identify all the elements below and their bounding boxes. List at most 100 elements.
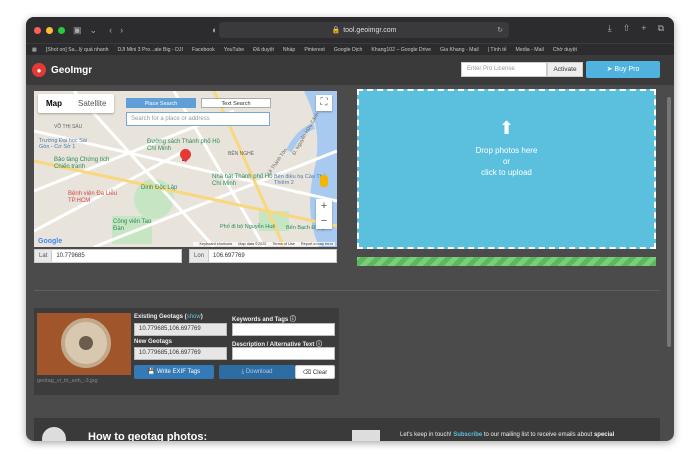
map-label: BẾN NGHÉ xyxy=(228,151,255,157)
keywords-label: Keywords and Tags ⓘ xyxy=(232,314,296,323)
newsletter-rest-text: to our mailing list to receive emails ab… xyxy=(483,432,593,438)
download-icon[interactable]: ⤓ xyxy=(608,23,612,34)
map-label: Phố đi bộ Nguyễn Huệ xyxy=(220,224,276,230)
lock-icon: 🔒 xyxy=(331,27,341,34)
map-type-satellite[interactable]: Satellite xyxy=(70,94,114,113)
lon-value[interactable]: 106.697769 xyxy=(209,250,245,262)
rose-window-image xyxy=(61,318,111,368)
map-label: Công viên Tao Đàn xyxy=(113,219,152,232)
address-bar[interactable]: 🔒 tool.geoimgr.com ↻ xyxy=(219,22,509,38)
photo-filename: geotag_vi_tri_anh_-3.jpg xyxy=(37,378,98,384)
bookmark-item[interactable]: Gia Khang - Mail xyxy=(440,47,479,53)
activate-button[interactable]: Activate xyxy=(547,62,583,77)
new-tab-icon[interactable]: + xyxy=(641,23,646,34)
street-view-pegman-icon[interactable] xyxy=(320,175,328,187)
tab-text-search[interactable]: Text Search xyxy=(201,98,271,108)
drop-text: Drop photos here xyxy=(475,146,538,155)
reload-icon[interactable]: ↻ xyxy=(497,26,503,34)
bookmark-item[interactable]: Nháp xyxy=(283,47,295,53)
user-icon xyxy=(42,427,66,441)
lat-field[interactable]: Lat 10.779685 xyxy=(34,249,182,263)
special-text: special xyxy=(593,432,615,438)
map-panel[interactable]: VÕ THỊ SÁU Trường Đại học Sài Gòn - Cơ S… xyxy=(34,91,337,247)
report-error-link[interactable]: Report a map error xyxy=(301,242,333,246)
bookmark-item[interactable]: Chờ duyệt xyxy=(553,47,577,53)
bookmark-item[interactable]: YouTube xyxy=(224,47,244,53)
buy-pro-button[interactable]: ➤ Buy Pro xyxy=(586,61,660,78)
tab-overview-icon[interactable]: ⧉ xyxy=(658,23,664,34)
download-button[interactable]: ⤓ Download xyxy=(219,365,295,379)
privacy-shield-icon[interactable]: ◐ xyxy=(212,25,217,35)
clear-button[interactable]: ⌫ Clear xyxy=(295,365,335,379)
minimize-window-button[interactable] xyxy=(46,26,53,34)
download-label: Download xyxy=(245,369,273,375)
keywords-field[interactable] xyxy=(232,323,335,336)
write-exif-label: Write EXIF Tags xyxy=(157,369,201,375)
bookmark-item[interactable]: Facebook xyxy=(192,47,215,53)
zoom-control: + − xyxy=(316,199,332,229)
description-field[interactable] xyxy=(232,347,335,360)
zoom-in-button[interactable]: + xyxy=(316,199,332,214)
bookmarks-grid-icon[interactable]: ▦ xyxy=(32,47,37,53)
write-exif-button[interactable]: 💾 Write EXIF Tags xyxy=(134,365,214,379)
lat-value[interactable]: 10.779685 xyxy=(52,250,84,262)
zoom-out-button[interactable]: − xyxy=(316,214,332,229)
upload-dropzone[interactable]: ⬆ Drop photos here or click to upload xyxy=(357,89,656,249)
license-input[interactable]: Enter Pro License xyxy=(461,62,547,77)
eraser-icon: ⌫ xyxy=(302,370,313,376)
clear-label: Clear xyxy=(312,370,328,376)
share-icon[interactable]: ⇧ xyxy=(623,23,631,34)
map-label: Bảo tàng Chứng tích Chiến tranh xyxy=(54,157,110,170)
scrollbar[interactable] xyxy=(667,97,671,347)
click-upload-text: click to upload xyxy=(481,168,532,177)
google-logo: Google xyxy=(38,238,63,245)
buy-pro-label: Buy Pro xyxy=(614,66,640,73)
bookmark-item[interactable]: Pinterest xyxy=(304,47,324,53)
envelope-icon xyxy=(352,430,380,441)
map-data-text: Map data ©2022 xyxy=(238,242,267,246)
lat-label: Lat xyxy=(35,250,53,262)
zoom-window-button[interactable] xyxy=(58,26,65,34)
chevron-down-icon[interactable]: ⌄ xyxy=(90,25,98,36)
save-icon: 💾 xyxy=(147,369,157,375)
upload-progress-bar xyxy=(357,257,656,266)
keep-in-touch-text: Let's keep in touch! xyxy=(400,432,452,438)
existing-geotags-field[interactable]: 10.779685,106.697769 xyxy=(134,323,227,336)
close-window-button[interactable] xyxy=(34,26,41,34)
show-link[interactable]: show xyxy=(187,314,201,320)
bookmark-item[interactable]: DJI Mini 3 Pro...ate Big - DJI xyxy=(118,47,183,53)
map-search-input[interactable]: Search for a place or address xyxy=(126,112,270,126)
keyboard-shortcuts-link[interactable]: Keyboard shortcuts xyxy=(200,242,233,246)
bookmark-item[interactable]: Google Dịch xyxy=(334,47,363,53)
lon-field[interactable]: Lon 106.697769 xyxy=(189,249,337,263)
howto-title: How to geotag photos: xyxy=(88,431,208,441)
geoimgr-logo-icon[interactable]: ● xyxy=(32,63,46,77)
existing-geotags-label: Existing Geotags (show) xyxy=(134,314,203,320)
bookmark-item[interactable]: Media - Mail xyxy=(516,47,544,53)
new-geotags-field[interactable]: 10.779685,106.697769 xyxy=(134,347,227,360)
browser-window: ▣ ⌄ ‹ › ◐ 🔒 tool.geoimgr.com ↻ ⤓ ⇧ + ⧉ ▦… xyxy=(26,17,674,441)
back-icon[interactable]: ‹ xyxy=(109,25,112,35)
bookmark-item[interactable]: Khang102 – Google Drive xyxy=(371,47,431,53)
map-label: VÕ THỊ SÁU xyxy=(54,124,83,130)
brand-name[interactable]: GeoImgr xyxy=(51,65,92,76)
map-label: Trường Đại học Sài Gòn - Cơ Sở 1 xyxy=(39,138,88,150)
howto-section: How to geotag photos: Let's keep in touc… xyxy=(34,418,660,441)
subscribe-link[interactable]: Subscribe xyxy=(453,432,482,438)
window-controls xyxy=(34,26,65,34)
bookmark-item[interactable]: Đã duyệt xyxy=(253,47,274,53)
bookmark-item[interactable]: [Shot on] Sa...lý quá nhanh xyxy=(46,47,109,53)
fullscreen-icon[interactable]: ⛶ xyxy=(316,95,332,111)
map-type-control: Map Satellite xyxy=(38,94,115,113)
map-type-map[interactable]: Map xyxy=(38,94,70,113)
forward-icon[interactable]: › xyxy=(120,25,123,35)
terms-link[interactable]: Terms of Use xyxy=(272,242,294,246)
tab-place-search[interactable]: Place Search xyxy=(126,98,196,108)
or-text: or xyxy=(502,157,511,166)
app-header: ● GeoImgr Enter Pro License Activate ➤ B… xyxy=(26,55,674,85)
map-label: Bến điều hạ Cầu Thủ Thiêm 2 xyxy=(274,174,326,186)
sidebar-icon[interactable]: ▣ xyxy=(73,25,82,36)
bookmark-item[interactable]: | Tính tế xyxy=(488,47,507,53)
url-text: tool.geoimgr.com xyxy=(343,26,397,34)
photo-thumbnail[interactable] xyxy=(37,313,131,375)
